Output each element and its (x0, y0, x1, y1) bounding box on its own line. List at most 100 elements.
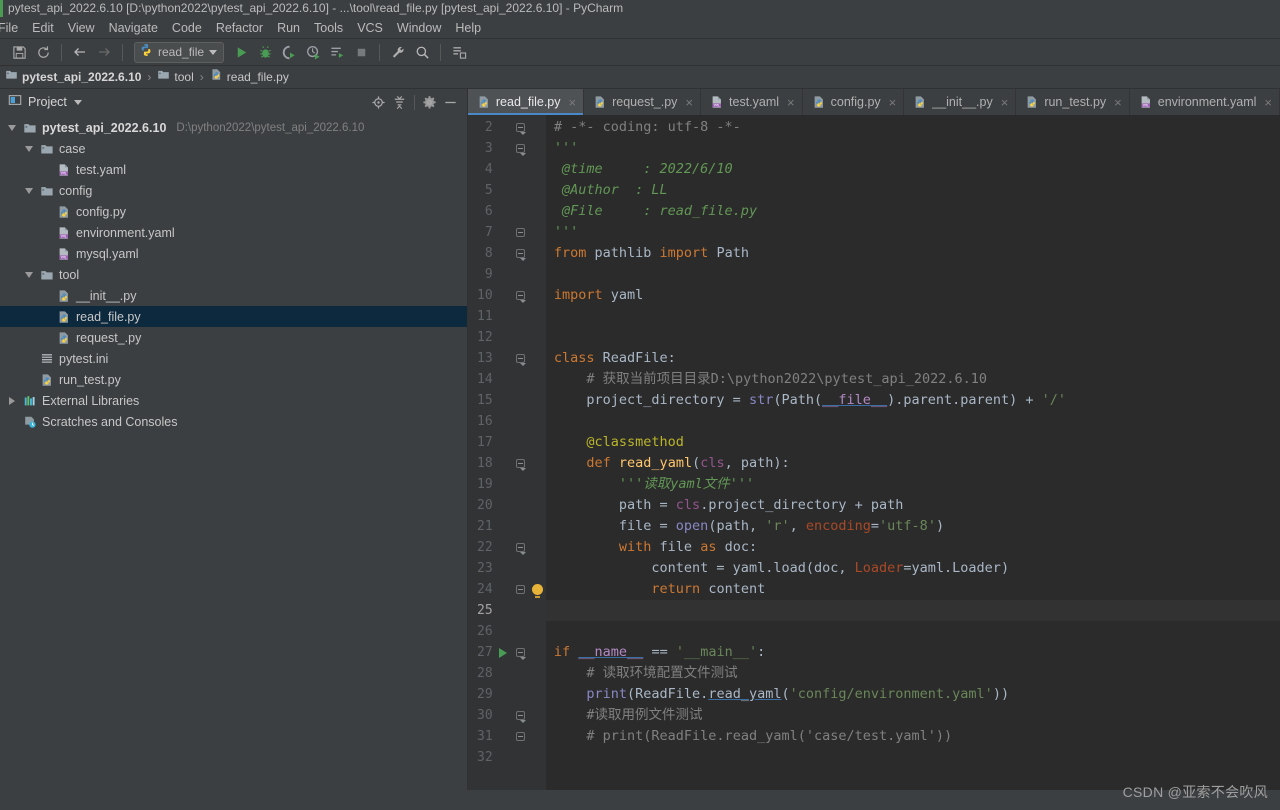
chevron-down-icon[interactable] (6, 124, 18, 131)
code-line[interactable]: def read_yaml(cls, path): (546, 453, 1280, 474)
close-icon[interactable]: × (889, 95, 897, 110)
menu-item-edit[interactable]: Edit (25, 19, 61, 37)
gutter-line[interactable]: 11 (468, 306, 546, 327)
tree-item-init-py[interactable]: __init__.py (0, 285, 467, 306)
intention-bulb-icon[interactable] (529, 584, 546, 598)
editor-tab-bar[interactable]: read_file.py × request_.py × YML test.yaml × co… (467, 89, 1280, 115)
code-line[interactable]: path = cls.project_directory + path (546, 495, 1280, 516)
run-icon[interactable] (230, 41, 252, 63)
locate-target-icon[interactable] (368, 92, 389, 113)
fold-collapse-icon[interactable] (512, 543, 529, 555)
gutter-line[interactable]: 20 (468, 495, 546, 516)
gutter-line[interactable]: 9 (468, 264, 546, 285)
editor-tab-read-file-py[interactable]: read_file.py × (467, 89, 585, 115)
menu-item-view[interactable]: View (61, 19, 102, 37)
code-content[interactable]: # -*- coding: utf-8 -*- ''' @time : 2022/… (545, 115, 1280, 790)
close-icon[interactable]: × (1264, 95, 1272, 110)
back-arrow-icon[interactable] (69, 41, 91, 63)
close-icon[interactable]: × (1001, 95, 1009, 110)
fold-collapse-icon[interactable] (512, 648, 529, 660)
code-line[interactable]: @time : 2022/6/10 (546, 159, 1280, 180)
close-icon[interactable]: × (787, 95, 795, 110)
tree-item-read-file-py[interactable]: read_file.py (0, 306, 467, 327)
code-line[interactable] (546, 264, 1280, 285)
tree-item-pytest-api-2022-6-10[interactable]: pytest_api_2022.6.10 D:\python2022\pytest… (0, 117, 467, 138)
editor-gutter[interactable]: 2 3 4 5 6 7 8 9 10 11 12 13 14 15 16 17 18 19 20 21 22 23 24 25… (467, 115, 546, 790)
code-line[interactable]: '''读取yaml文件''' (546, 474, 1280, 495)
code-line[interactable]: project_directory = str(Path(__file__).p… (546, 390, 1280, 411)
code-line[interactable]: content = yaml.load(doc, Loader=yaml.Loa… (546, 558, 1280, 579)
fold-end-icon[interactable] (512, 585, 529, 594)
editor-tab-config-py[interactable]: config.py × (803, 89, 905, 115)
gutter-line[interactable]: 12 (468, 327, 546, 348)
close-icon[interactable]: × (569, 95, 577, 110)
gutter-line[interactable]: 24 (468, 579, 546, 600)
debug-icon[interactable] (254, 41, 276, 63)
gutter-line[interactable]: 30 (468, 705, 546, 726)
tree-item-external-libraries[interactable]: External Libraries (0, 390, 467, 411)
chevron-down-icon[interactable] (73, 99, 82, 105)
gutter-line[interactable]: 18 (468, 453, 546, 474)
code-line[interactable]: ''' (546, 222, 1280, 243)
chevron-down-icon[interactable] (23, 187, 35, 194)
gutter-line[interactable]: 16 (468, 411, 546, 432)
menu-item-run[interactable]: Run (270, 19, 307, 37)
tree-item-config-py[interactable]: config.py (0, 201, 467, 222)
tree-item-tool[interactable]: tool (0, 264, 467, 285)
gutter-line[interactable]: 23 (468, 558, 546, 579)
fold-end-icon[interactable] (512, 732, 529, 741)
code-line[interactable] (546, 306, 1280, 327)
code-line[interactable]: #读取用例文件测试 (546, 705, 1280, 726)
gutter-line[interactable]: 26 (468, 621, 546, 642)
fold-collapse-icon[interactable] (512, 711, 529, 723)
tree-item-test-yaml[interactable]: YML test.yaml (0, 159, 467, 180)
code-line[interactable]: # 获取当前项目目录D:\python2022\pytest_api_2022.… (546, 369, 1280, 390)
save-icon[interactable] (8, 41, 30, 63)
code-line[interactable]: with file as doc: (546, 537, 1280, 558)
fold-collapse-icon[interactable] (512, 354, 529, 366)
gutter-line[interactable]: 13 (468, 348, 546, 369)
gutter-line[interactable]: 29 (468, 684, 546, 705)
gutter-line[interactable]: 7 (468, 222, 546, 243)
code-line[interactable]: print(ReadFile.read_yaml('config/environ… (546, 684, 1280, 705)
tree-item-pytest-ini[interactable]: pytest.ini (0, 348, 467, 369)
chevron-down-icon[interactable] (23, 145, 35, 152)
project-file-tree[interactable]: pytest_api_2022.6.10 D:\python2022\pytest… (0, 115, 467, 790)
breadcrumb-item-file[interactable]: read_file.py (207, 68, 292, 86)
editor-tab-test-yaml[interactable]: YML test.yaml × (701, 89, 803, 115)
code-line[interactable] (546, 621, 1280, 642)
gutter-line[interactable]: 5 (468, 180, 546, 201)
fold-end-icon[interactable] (512, 228, 529, 237)
fold-collapse-icon[interactable] (512, 291, 529, 303)
gutter-line[interactable]: 19 (468, 474, 546, 495)
tree-item-request-py[interactable]: request_.py (0, 327, 467, 348)
gutter-line[interactable]: 8 (468, 243, 546, 264)
menu-item-code[interactable]: Code (165, 19, 209, 37)
gutter-line[interactable]: 15 (468, 390, 546, 411)
gutter-line[interactable]: 27 (468, 642, 546, 663)
tree-item-config[interactable]: config (0, 180, 467, 201)
gutter-line[interactable]: 32 (468, 747, 546, 768)
run-configuration-selector[interactable]: read_file (134, 41, 225, 63)
fold-collapse-icon[interactable] (512, 249, 529, 261)
run-coverage-icon[interactable] (278, 41, 300, 63)
menu-item-tools[interactable]: Tools (307, 19, 350, 37)
chevron-down-icon[interactable] (209, 49, 218, 55)
gutter-line[interactable]: 21 (468, 516, 546, 537)
gutter-line[interactable]: 22 (468, 537, 546, 558)
close-icon[interactable]: × (685, 95, 693, 110)
gutter-line[interactable]: 28 (468, 663, 546, 684)
fold-collapse-icon[interactable] (512, 144, 529, 156)
code-line[interactable]: ''' (546, 138, 1280, 159)
fold-collapse-icon[interactable] (512, 459, 529, 471)
gutter-line[interactable]: 31 (468, 726, 546, 747)
run-with-console-icon[interactable] (326, 41, 348, 63)
menu-item-file[interactable]: File (0, 19, 25, 37)
settings-wrench-icon[interactable] (387, 41, 409, 63)
run-gutter-icon[interactable] (495, 647, 512, 658)
gutter-line[interactable]: 10 (468, 285, 546, 306)
code-line[interactable]: @File : read_file.py (546, 201, 1280, 222)
tree-item-scratches-and-consoles[interactable]: Scratches and Consoles (0, 411, 467, 432)
breadcrumb-item-tool[interactable]: tool (154, 68, 196, 86)
code-line[interactable]: # print(ReadFile.read_yaml('case/test.ya… (546, 726, 1280, 747)
